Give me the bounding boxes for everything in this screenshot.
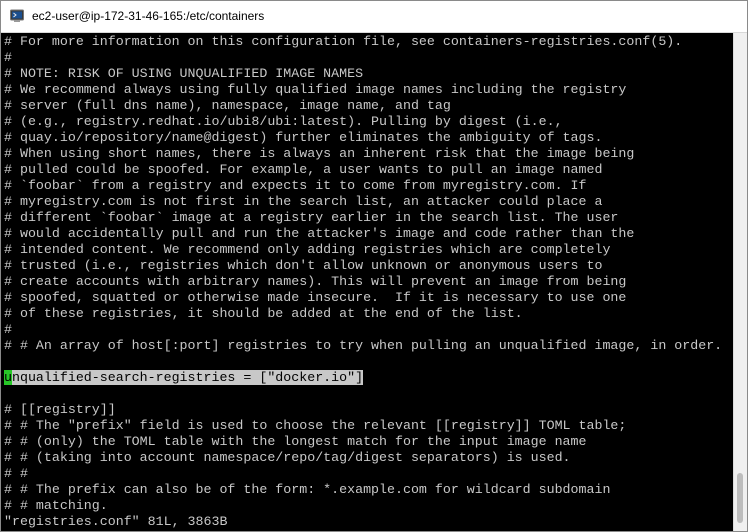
terminal-line: # [[registry]] [4, 402, 116, 417]
terminal-window: ec2-user@ip-172-31-46-165:/etc/container… [0, 0, 748, 532]
terminal-line: # pulled could be spoofed. For example, … [4, 162, 603, 177]
terminal-line: # # An array of host[:port] registries t… [4, 338, 723, 353]
terminal-line: # We recommend always using fully qualif… [4, 82, 627, 97]
terminal-line: # When using short names, there is alway… [4, 146, 635, 161]
terminal-line: # # The prefix can also be of the form: … [4, 482, 611, 497]
terminal-line: # server (full dns name), namespace, ima… [4, 98, 451, 113]
terminal-line: # different `foobar` image at a registry… [4, 210, 619, 225]
vertical-scrollbar[interactable] [733, 33, 747, 531]
terminal-screen[interactable]: # For more information on this configura… [1, 33, 734, 531]
putty-terminal-icon [10, 9, 24, 22]
terminal-line: # # [4, 466, 28, 481]
terminal-line: # (e.g., registry.redhat.io/ubi8/ubi:lat… [4, 114, 563, 129]
window-title: ec2-user@ip-172-31-46-165:/etc/container… [32, 9, 265, 23]
terminal-line: # quay.io/repository/name@digest) furthe… [4, 130, 603, 145]
scrollbar-thumb[interactable] [737, 473, 743, 523]
terminal-line: # spoofed, squatted or otherwise made in… [4, 290, 627, 305]
title-bar[interactable]: ec2-user@ip-172-31-46-165:/etc/container… [1, 1, 747, 33]
terminal-line: # [4, 50, 12, 65]
terminal-line: # NOTE: RISK OF USING UNQUALIFIED IMAGE … [4, 66, 364, 81]
terminal-line: # For more information on this configura… [4, 34, 683, 49]
terminal-line: # # (taking into account namespace/repo/… [4, 450, 571, 465]
terminal-line: # would accidentally pull and run the at… [4, 226, 635, 241]
terminal-line: # of these registries, it should be adde… [4, 306, 523, 321]
terminal-line: # # The "prefix" field is used to choose… [4, 418, 627, 433]
highlighted-config-line[interactable]: unqualified-search-registries = ["docker… [4, 370, 722, 386]
terminal-line: # create accounts with arbitrary names).… [4, 274, 627, 289]
text-cursor: u [4, 370, 12, 385]
terminal-line: # `foobar` from a registry and expects i… [4, 178, 587, 193]
terminal-line: # myregistry.com is not first in the sea… [4, 194, 603, 209]
terminal-line: # [4, 322, 12, 337]
terminal-line: # # matching. [4, 498, 108, 513]
terminal-line: # # (only) the TOML table with the longe… [4, 434, 587, 449]
terminal-line: # intended content. We recommend only ad… [4, 242, 611, 257]
highlighted-text: nqualified-search-registries = ["docker.… [11, 370, 364, 385]
status-line: "registries.conf" 81L, 3863B [4, 514, 228, 529]
terminal-text: # For more information on this configura… [4, 34, 722, 530]
terminal-line: # trusted (i.e., registries which don't … [4, 258, 603, 273]
